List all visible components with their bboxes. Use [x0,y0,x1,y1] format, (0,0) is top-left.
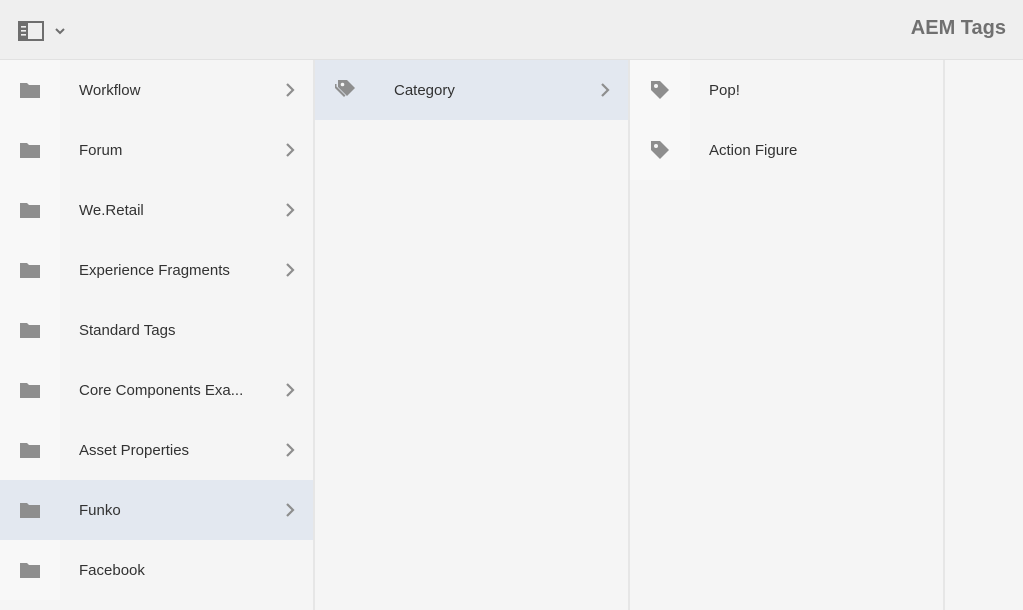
chevron-right-icon [601,83,610,97]
folder-icon [0,240,60,300]
column-item[interactable]: Asset Properties [0,420,313,480]
folder-icon [0,540,60,600]
column-item[interactable]: Facebook [0,540,313,600]
chevron-right-icon [286,383,295,397]
chevron-right-icon [286,83,295,97]
column-item-label: Experience Fragments [79,261,230,279]
column-root: Workflow Forum We.Retail Experience Fragmen… [0,60,313,610]
column-item-label: Workflow [79,81,141,99]
column-item[interactable]: Funko [0,480,313,540]
chevron-down-icon [55,28,65,35]
column-item-label: Asset Properties [79,441,190,459]
column-item[interactable]: Category [315,60,628,120]
tag-icon [630,120,690,180]
column-item[interactable]: Action Figure [630,120,943,180]
chevron-right-icon [286,143,295,157]
tag-icon [315,60,375,120]
column-item-label: Category [394,81,455,99]
column-item[interactable]: Experience Fragments [0,240,313,300]
column-item[interactable]: Core Components Exa... [0,360,313,420]
column-item-label: Standard Tags [79,321,176,339]
column-item[interactable]: Forum [0,120,313,180]
tag-icon [630,60,690,120]
folder-icon [0,420,60,480]
folder-icon [0,360,60,420]
column-item-label: Action Figure [709,141,798,159]
folder-icon [0,480,60,540]
folder-icon [0,60,60,120]
chevron-right-icon [286,203,295,217]
column-item-label: Pop! [709,81,740,99]
page-title: AEM Tags [910,17,1006,39]
folder-icon [0,180,60,240]
rail-toggle-icon [18,21,44,41]
column-item[interactable]: Standard Tags [0,300,313,360]
column-item[interactable]: Pop! [630,60,943,120]
rail-toggle-button[interactable] [18,18,74,44]
column-item-label: Funko [79,501,121,519]
column-empty [945,60,1023,610]
column-category: Pop! Action Figure [630,60,943,610]
column-view: Workflow Forum We.Retail Experience Fragmen… [0,60,1023,610]
chevron-right-icon [286,263,295,277]
chevron-right-icon [286,503,295,517]
column-item[interactable]: We.Retail [0,180,313,240]
chevron-right-icon [286,443,295,457]
column-item-label: Forum [79,141,123,159]
column-item-label: Core Components Exa... [79,381,244,399]
folder-icon [0,300,60,360]
top-header: AEM Tags [0,0,1023,60]
column-item[interactable]: Workflow [0,60,313,120]
folder-icon [0,120,60,180]
column-funko: Category [315,60,628,610]
column-item-label: Facebook [79,561,145,579]
column-item-label: We.Retail [79,201,144,219]
